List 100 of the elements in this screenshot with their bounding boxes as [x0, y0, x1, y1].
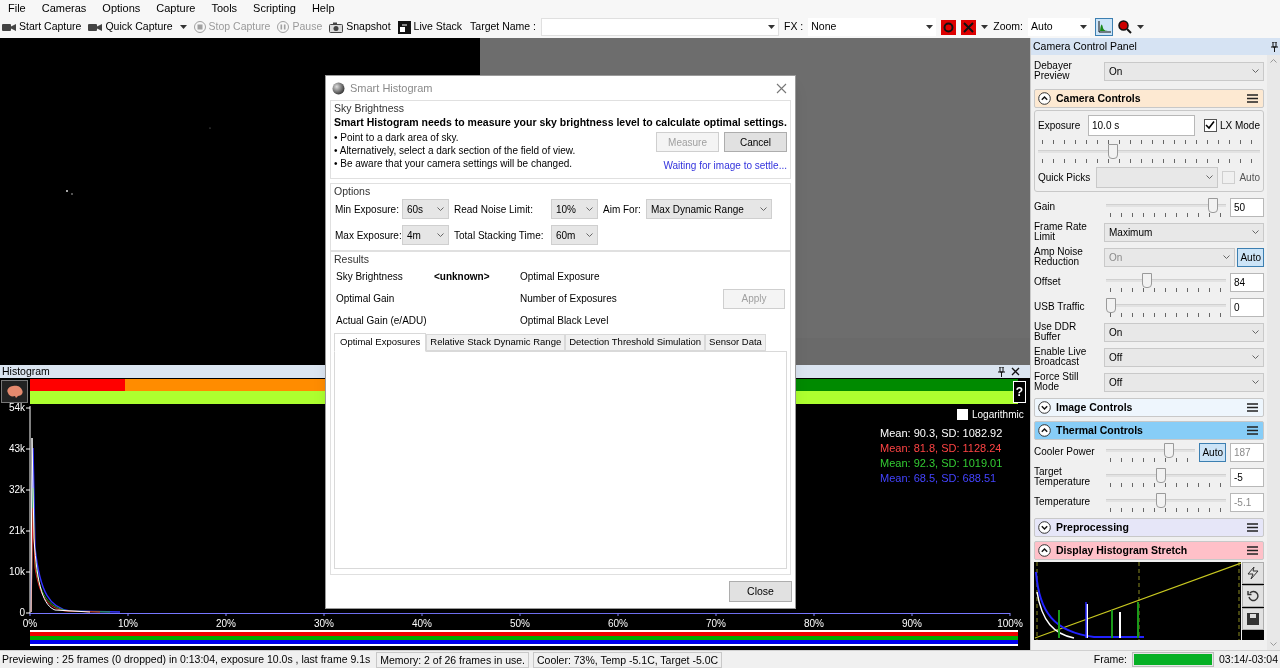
dropdown[interactable]: Off — [1104, 372, 1264, 392]
slider-track[interactable] — [1106, 297, 1226, 313]
tab[interactable]: Optimal Exposures — [334, 333, 427, 352]
pin-icon[interactable] — [998, 366, 1005, 377]
dropdown[interactable]: Maximum — [1104, 222, 1264, 242]
close-button[interactable]: Close — [729, 581, 792, 602]
toolbar-button[interactable]: Start Capture — [1, 17, 83, 37]
toolbar-button[interactable]: Snapshot — [328, 17, 392, 37]
chevron-up-icon[interactable] — [1038, 544, 1051, 557]
checkbox[interactable] — [1203, 118, 1217, 132]
target-name-field[interactable] — [541, 18, 779, 36]
section-header[interactable]: Thermal Controls — [1034, 421, 1264, 440]
tab[interactable]: Relative Stack Dynamic Range — [426, 334, 566, 351]
value-field[interactable]: -5 — [1230, 467, 1264, 487]
slider-track[interactable] — [1038, 143, 1260, 159]
menu-item[interactable]: File — [8, 0, 26, 16]
button[interactable]: Cancel — [724, 132, 787, 152]
circle-square-icon[interactable] — [941, 19, 957, 35]
slider-track[interactable] — [1106, 492, 1226, 508]
menu-item[interactable]: Options — [102, 0, 141, 16]
chevron-down-icon — [1252, 230, 1259, 234]
histogram-toggle-button[interactable] — [1095, 18, 1114, 36]
chevron-down-icon — [760, 207, 767, 211]
section-title: Thermal Controls — [1056, 422, 1143, 438]
field-label: Number of Exposures — [520, 292, 618, 306]
toolbar-button[interactable]: Live Stack — [396, 17, 464, 37]
magnifier-icon[interactable] — [1118, 20, 1133, 34]
slider-thumb[interactable] — [1142, 272, 1153, 288]
caret-icon[interactable] — [1137, 25, 1145, 29]
stats-text: Mean: 68.5, SD: 688.51 — [880, 472, 998, 485]
section-header[interactable]: Image Controls — [1034, 398, 1264, 417]
icon-button[interactable] — [1242, 585, 1264, 607]
menu-icon[interactable] — [1247, 546, 1258, 555]
pin-icon[interactable] — [1271, 41, 1278, 52]
menu-icon[interactable] — [1247, 523, 1258, 532]
field-label: Total Stacking Time: — [454, 228, 545, 243]
dropdown[interactable]: Off — [1104, 347, 1264, 367]
dropdown[interactable]: 4m — [402, 225, 449, 245]
caret-icon[interactable] — [981, 25, 989, 29]
fx-dropdown[interactable]: None — [808, 18, 937, 36]
menu-item[interactable]: Capture — [156, 0, 196, 16]
slider-thumb[interactable] — [1208, 197, 1219, 213]
tab[interactable]: Sensor Data — [705, 334, 766, 351]
dropdown[interactable]: On — [1104, 322, 1264, 342]
checkbox-label[interactable]: Logarithmic — [972, 407, 1024, 422]
menu-item[interactable]: Help — [311, 0, 335, 16]
zoom-dropdown[interactable]: Auto — [1028, 18, 1091, 36]
dropdown[interactable]: 60s — [402, 199, 449, 219]
slider-thumb[interactable] — [1107, 143, 1118, 159]
chevron-down-icon — [1206, 175, 1214, 179]
dropdown[interactable]: 10% — [551, 199, 598, 219]
value-field[interactable]: 50 — [1230, 197, 1264, 217]
icon-button[interactable] — [1242, 562, 1264, 584]
section-header[interactable]: Camera Controls — [1034, 89, 1264, 108]
icon-button[interactable] — [1242, 608, 1264, 630]
menu-icon[interactable] — [1247, 426, 1258, 435]
chevron-up-icon[interactable] — [1038, 424, 1051, 437]
checkbox[interactable] — [957, 409, 968, 420]
chevron-down-icon[interactable] — [1038, 401, 1051, 414]
close-icon[interactable] — [1011, 367, 1020, 376]
menu-icon[interactable] — [1247, 403, 1258, 412]
slider-thumb[interactable] — [1106, 297, 1116, 313]
slider-track[interactable] — [1106, 467, 1226, 483]
chevron-down-icon — [437, 207, 444, 211]
menu-item[interactable]: Tools — [211, 0, 238, 16]
cross-square-icon[interactable] — [961, 19, 977, 35]
help-button[interactable]: ? — [1013, 381, 1026, 403]
slider-track[interactable] — [1106, 272, 1226, 288]
axis-label: 54k — [8, 402, 25, 413]
section-header[interactable]: Preprocessing — [1034, 518, 1264, 537]
status-text: Memory: 2 of 26 frames in use. — [376, 651, 529, 668]
dropdown[interactable]: Max Dynamic Range — [646, 199, 772, 219]
axis-label: 32k — [8, 484, 25, 495]
checkbox-label[interactable]: Auto — [1239, 169, 1260, 185]
chevron-up-icon[interactable] — [1038, 92, 1051, 105]
bullet-text: • Be aware that your camera settings will be changed. — [334, 158, 574, 170]
panel-title: Histogram — [2, 365, 50, 378]
slider-track[interactable] — [1106, 442, 1196, 458]
slider-track[interactable] — [1106, 197, 1226, 213]
menu-item[interactable]: Scripting — [253, 0, 296, 16]
exposure-field[interactable]: 10.0 s — [1088, 114, 1195, 136]
icon-button[interactable] — [1, 380, 28, 403]
value-field[interactable]: 0 — [1230, 297, 1264, 317]
field-label: Actual Gain (e/ADU) — [336, 314, 428, 328]
field-label: Optimal Exposure — [520, 270, 601, 284]
toolbar-button[interactable]: Quick Capture — [87, 17, 188, 37]
tab[interactable]: Detection Threshold Simulation — [565, 334, 706, 351]
dropdown[interactable]: 60m — [551, 225, 598, 245]
dropdown[interactable]: On — [1104, 61, 1264, 81]
section-title: Image Controls — [1056, 399, 1133, 415]
checkbox-label[interactable]: LX Mode — [1219, 117, 1260, 133]
slider-thumb[interactable] — [1155, 467, 1166, 483]
menu-icon[interactable] — [1247, 94, 1258, 103]
menu-item[interactable]: Cameras — [41, 0, 87, 16]
chevron-down-icon — [1252, 380, 1259, 384]
chevron-down-icon[interactable] — [1038, 521, 1051, 534]
section-header[interactable]: Display Histogram Stretch — [1034, 541, 1264, 560]
status-text: Previewing : 25 frames (0 dropped) in 0:13:04, exposure 10.0s , last frame 9.1s — [1, 651, 372, 667]
value-field[interactable]: 84 — [1230, 272, 1264, 292]
axis-label: 0 — [19, 607, 25, 618]
